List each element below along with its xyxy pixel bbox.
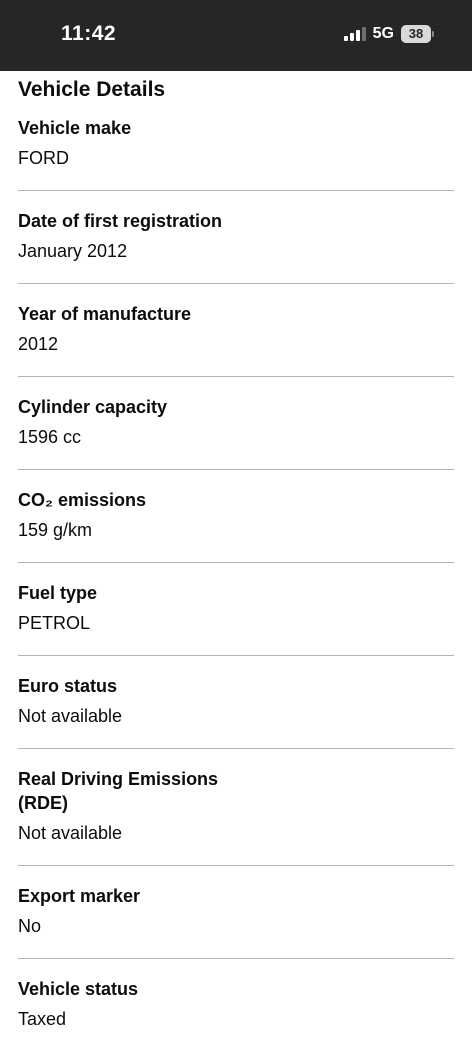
detail-label: Real Driving Emissions (RDE) [18, 769, 219, 813]
status-time: 11:42 [61, 22, 117, 45]
status-bar: 11:42 5G 38 [0, 0, 472, 71]
detail-row-first-registration: Date of first registration January 2012 [18, 191, 454, 284]
detail-row-export-marker: Export marker No [18, 866, 454, 959]
detail-value: PETROL [18, 613, 91, 633]
detail-value: 1596 cc [18, 427, 82, 447]
detail-row-co2-emissions: CO₂ emissions 159 g/km [18, 470, 454, 563]
detail-label: CO₂ emissions [18, 490, 147, 510]
detail-value: Not available [18, 706, 123, 726]
page-title: Vehicle Details [18, 78, 166, 101]
detail-row-vehicle-status: Vehicle status Taxed [18, 959, 454, 1051]
vehicle-details-section: Vehicle Details Vehicle make FORD Date o… [18, 71, 454, 1051]
detail-row-euro-status: Euro status Not available [18, 656, 454, 749]
battery-icon: 38 [401, 25, 434, 43]
detail-value: January 2012 [18, 241, 128, 261]
detail-row-rde: Real Driving Emissions (RDE) Not availab… [18, 749, 454, 866]
detail-label: Export marker [18, 886, 141, 906]
detail-row-fuel-type: Fuel type PETROL [18, 563, 454, 656]
status-indicators: 5G 38 [343, 25, 434, 43]
detail-row-cylinder-capacity: Cylinder capacity 1596 cc [18, 377, 454, 470]
detail-value: FORD [18, 148, 69, 168]
detail-value: 159 g/km [18, 520, 93, 540]
detail-label: Vehicle make [18, 118, 132, 138]
detail-label: Euro status [18, 676, 118, 696]
signal-icon [343, 27, 366, 41]
detail-label: Year of manufacture [18, 304, 192, 324]
detail-value: No [18, 916, 42, 936]
battery-level: 38 [401, 25, 431, 43]
network-type: 5G [372, 25, 394, 42]
detail-label: Cylinder capacity [18, 397, 168, 417]
detail-row-vehicle-make: Vehicle make FORD [18, 103, 454, 191]
detail-label: Date of first registration [18, 211, 223, 231]
detail-value: Not available [18, 823, 123, 843]
detail-label: Fuel type [18, 583, 98, 603]
detail-value: Taxed [18, 1009, 67, 1029]
detail-label: Vehicle status [18, 979, 139, 999]
detail-value: 2012 [18, 334, 59, 354]
detail-row-year-of-manufacture: Year of manufacture 2012 [18, 284, 454, 377]
